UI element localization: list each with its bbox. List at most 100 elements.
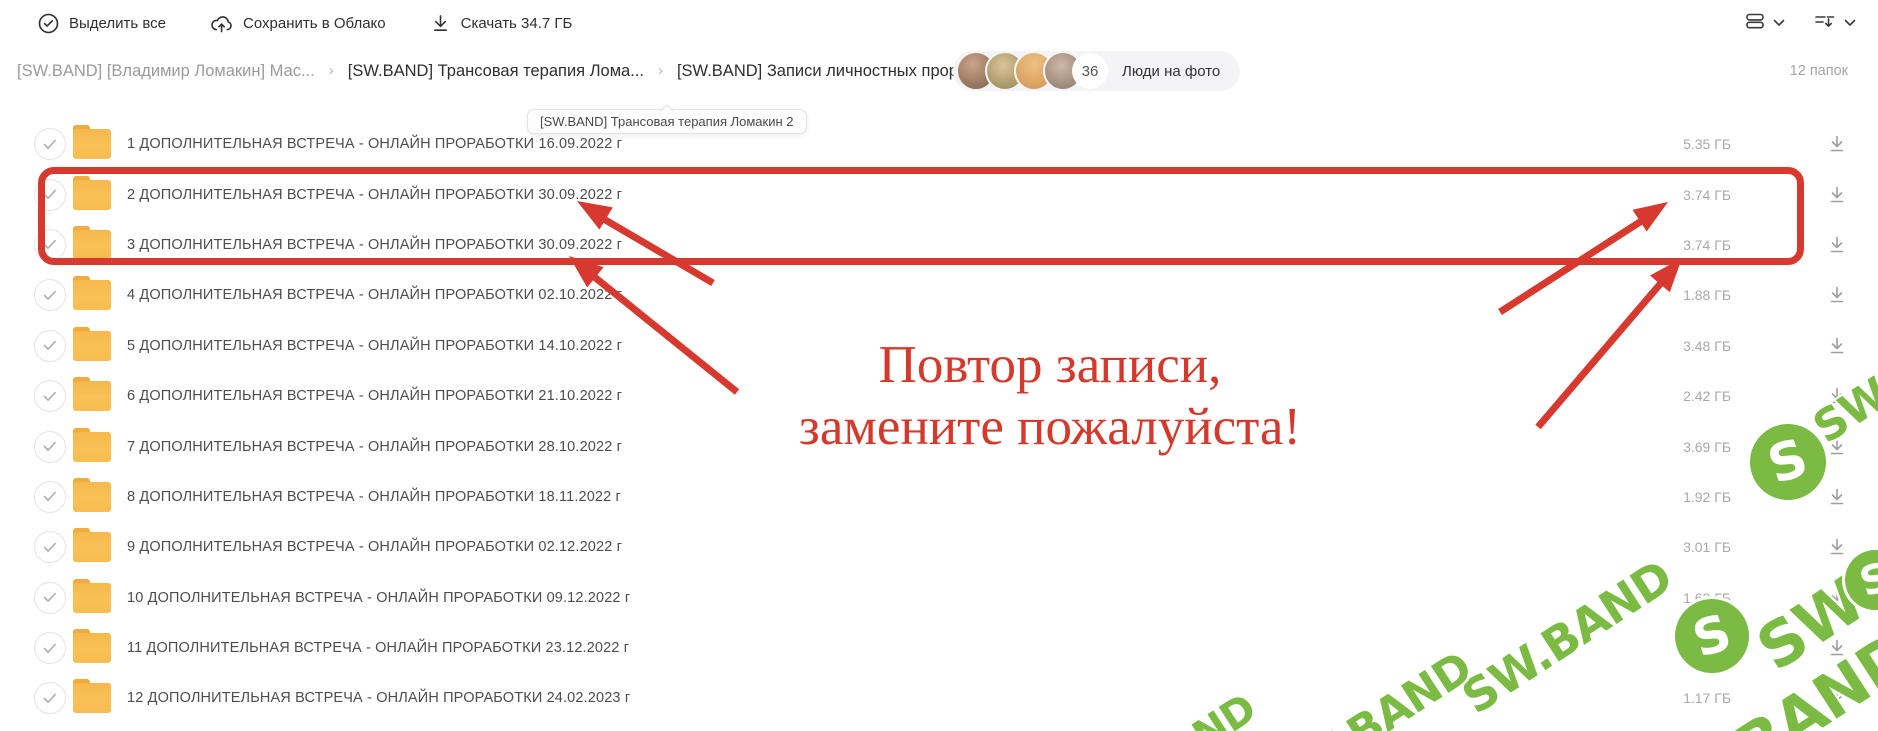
row-checkbox[interactable]	[34, 480, 66, 513]
download-all-button[interactable]: Скачать 34.7 ГБ	[430, 13, 572, 34]
file-name[interactable]: 5 ДОПОЛНИТЕЛЬНАЯ ВСТРЕЧА - ОНЛАЙН ПРОРАБ…	[127, 338, 622, 354]
download-icon	[1830, 639, 1844, 656]
row-checkbox[interactable]	[34, 279, 66, 312]
row-checkbox[interactable]	[34, 178, 66, 211]
row-download-button[interactable]	[1826, 536, 1848, 558]
row-download-button[interactable]	[1826, 284, 1848, 306]
folder-icon	[73, 175, 111, 210]
file-size: 1.17 ГБ	[1683, 690, 1731, 707]
breadcrumb-item-2[interactable]: [SW.BAND] Трансовая терапия Лома...	[348, 62, 644, 81]
row-download-button[interactable]	[1826, 486, 1848, 508]
download-icon	[1830, 438, 1844, 454]
breadcrumb-item-1[interactable]: [SW.BAND] [Владимир Ломакин] Мас...	[17, 62, 315, 81]
check-icon	[43, 492, 56, 502]
file-row[interactable]: 7 ДОПОЛНИТЕЛЬНАЯ ВСТРЕЧА - ОНЛАЙН ПРОРАБ…	[0, 421, 1878, 471]
download-icon	[1830, 287, 1844, 303]
file-name[interactable]: 3 ДОПОЛНИТЕЛЬНАЯ ВСТРЕЧА - ОНЛАЙН ПРОРАБ…	[127, 237, 622, 253]
select-all-button[interactable]: Выделить все	[38, 13, 166, 34]
row-checkbox[interactable]	[34, 430, 66, 463]
folder-icon	[73, 125, 111, 160]
file-row[interactable]: 11 ДОПОЛНИТЕЛЬНАЯ ВСТРЕЧА - ОНЛАЙН ПРОРА…	[0, 623, 1878, 673]
file-name[interactable]: 9 ДОПОЛНИТЕЛЬНАЯ ВСТРЕЧА - ОНЛАЙН ПРОРАБ…	[127, 539, 622, 555]
row-checkbox[interactable]	[34, 128, 66, 161]
check-icon	[43, 593, 56, 603]
file-size: 5.35 ГБ	[1683, 136, 1731, 153]
folder-icon	[73, 326, 111, 361]
view-controls	[1744, 0, 1856, 46]
row-download-button[interactable]	[1826, 436, 1848, 458]
download-icon	[1830, 488, 1844, 505]
file-row[interactable]: 4 ДОПОЛНИТЕЛЬНАЯ ВСТРЕЧА - ОНЛАЙН ПРОРАБ…	[0, 270, 1878, 320]
download-icon	[1830, 387, 1844, 404]
view-mode-selector[interactable]	[1744, 10, 1785, 37]
sort-selector[interactable]	[1813, 10, 1856, 37]
check-icon	[43, 139, 56, 149]
check-icon	[43, 643, 56, 653]
check-icon	[43, 391, 56, 401]
file-row[interactable]: 5 ДОПОЛНИТЕЛЬНАЯ ВСТРЕЧА - ОНЛАЙН ПРОРАБ…	[0, 321, 1878, 371]
row-checkbox[interactable]	[34, 632, 66, 665]
row-download-button[interactable]	[1826, 234, 1848, 256]
file-name[interactable]: 12 ДОПОЛНИТЕЛЬНАЯ ВСТРЕЧА - ОНЛАЙН ПРОРА…	[127, 690, 630, 706]
file-name[interactable]: 6 ДОПОЛНИТЕЛЬНАЯ ВСТРЕЧА - ОНЛАЙН ПРОРАБ…	[127, 388, 622, 404]
row-download-button[interactable]	[1826, 385, 1848, 407]
file-name[interactable]: 4 ДОПОЛНИТЕЛЬНАЯ ВСТРЕЧА - ОНЛАЙН ПРОРАБ…	[127, 287, 622, 303]
row-checkbox[interactable]	[34, 329, 66, 362]
file-name[interactable]: 11 ДОПОЛНИТЕЛЬНАЯ ВСТРЕЧА - ОНЛАЙН ПРОРА…	[127, 640, 629, 656]
file-row[interactable]: 1 ДОПОЛНИТЕЛЬНАЯ ВСТРЕЧА - ОНЛАЙН ПРОРАБ…	[0, 119, 1878, 169]
row-checkbox[interactable]	[34, 228, 66, 261]
file-row[interactable]: 9 ДОПОЛНИТЕЛЬНАЯ ВСТРЕЧА - ОНЛАЙН ПРОРАБ…	[0, 522, 1878, 572]
row-checkbox[interactable]	[34, 380, 66, 413]
download-icon	[1830, 690, 1844, 706]
file-row[interactable]: 12 ДОПОЛНИТЕЛЬНАЯ ВСТРЕЧА - ОНЛАЙН ПРОРА…	[0, 673, 1878, 723]
folder-count: 12 папок	[1789, 63, 1848, 79]
circle-check-icon	[38, 13, 59, 34]
people-count-badge: 36	[1072, 53, 1108, 89]
folder-icon	[73, 276, 111, 311]
sort-icon	[1813, 10, 1837, 37]
row-download-button[interactable]	[1826, 184, 1848, 206]
file-row[interactable]: 10 ДОПОЛНИТЕЛЬНАЯ ВСТРЕЧА - ОНЛАЙН ПРОРА…	[0, 573, 1878, 623]
breadcrumb-item-3[interactable]: [SW.BAND] Записи личностных прор...	[677, 62, 972, 81]
save-to-cloud-button[interactable]: Сохранить в Облако	[210, 13, 386, 34]
row-checkbox[interactable]	[34, 581, 66, 614]
check-icon	[43, 441, 56, 451]
file-size: 3.01 ГБ	[1683, 539, 1731, 556]
people-label: Люди на фото	[1122, 62, 1221, 80]
check-icon	[43, 189, 56, 200]
file-row[interactable]: 6 ДОПОЛНИТЕЛЬНАЯ ВСТРЕЧА - ОНЛАЙН ПРОРАБ…	[0, 371, 1878, 421]
download-icon	[1830, 337, 1844, 354]
header: [SW.BAND] [Владимир Ломакин] Мас... › [S…	[0, 48, 1878, 94]
file-size: 3.69 ГБ	[1683, 438, 1731, 455]
row-checkbox[interactable]	[34, 531, 66, 564]
folder-icon	[73, 225, 111, 260]
select-all-label: Выделить все	[69, 14, 167, 32]
row-download-button[interactable]	[1826, 587, 1848, 609]
row-download-button[interactable]	[1826, 335, 1848, 357]
file-size: 3.74 ГБ	[1683, 236, 1731, 253]
row-download-button[interactable]	[1826, 637, 1848, 659]
file-name[interactable]: 1 ДОПОЛНИТЕЛЬНАЯ ВСТРЕЧА - ОНЛАЙН ПРОРАБ…	[127, 136, 622, 152]
file-name[interactable]: 8 ДОПОЛНИТЕЛЬНАЯ ВСТРЕЧА - ОНЛАЙН ПРОРАБ…	[127, 489, 621, 505]
check-icon	[43, 341, 56, 351]
check-icon	[43, 240, 56, 250]
chevron-down-icon	[1773, 14, 1785, 32]
cloud-upload-icon	[210, 13, 233, 34]
file-row[interactable]: 2 ДОПОЛНИТЕЛЬНАЯ ВСТРЕЧА - ОНЛАЙН ПРОРАБ…	[0, 169, 1878, 219]
row-download-button[interactable]	[1826, 133, 1848, 155]
file-row[interactable]: 8 ДОПОЛНИТЕЛЬНАЯ ВСТРЕЧА - ОНЛАЙН ПРОРАБ…	[0, 472, 1878, 522]
download-icon	[1830, 589, 1844, 606]
file-name[interactable]: 7 ДОПОЛНИТЕЛЬНАЯ ВСТРЕЧА - ОНЛАЙН ПРОРАБ…	[127, 439, 622, 455]
people-on-photo-pill[interactable]: 36 Люди на фото	[953, 51, 1241, 91]
folder-icon	[73, 629, 111, 664]
breadcrumb-tooltip: [SW.BAND] Трансовая терапия Ломакин 2	[527, 109, 807, 134]
file-size: 1.92 ГБ	[1683, 488, 1731, 505]
file-name[interactable]: 10 ДОПОЛНИТЕЛЬНАЯ ВСТРЕЧА - ОНЛАЙН ПРОРА…	[127, 590, 630, 606]
folder-icon	[73, 427, 111, 462]
file-row[interactable]: 3 ДОПОЛНИТЕЛЬНАЯ ВСТРЕЧА - ОНЛАЙН ПРОРАБ…	[0, 220, 1878, 270]
file-size: 3.74 ГБ	[1683, 186, 1731, 203]
row-checkbox[interactable]	[34, 682, 66, 715]
download-icon	[1830, 135, 1844, 152]
row-download-button[interactable]	[1826, 687, 1848, 709]
file-name[interactable]: 2 ДОПОЛНИТЕЛЬНАЯ ВСТРЕЧА - ОНЛАЙН ПРОРАБ…	[127, 187, 622, 203]
